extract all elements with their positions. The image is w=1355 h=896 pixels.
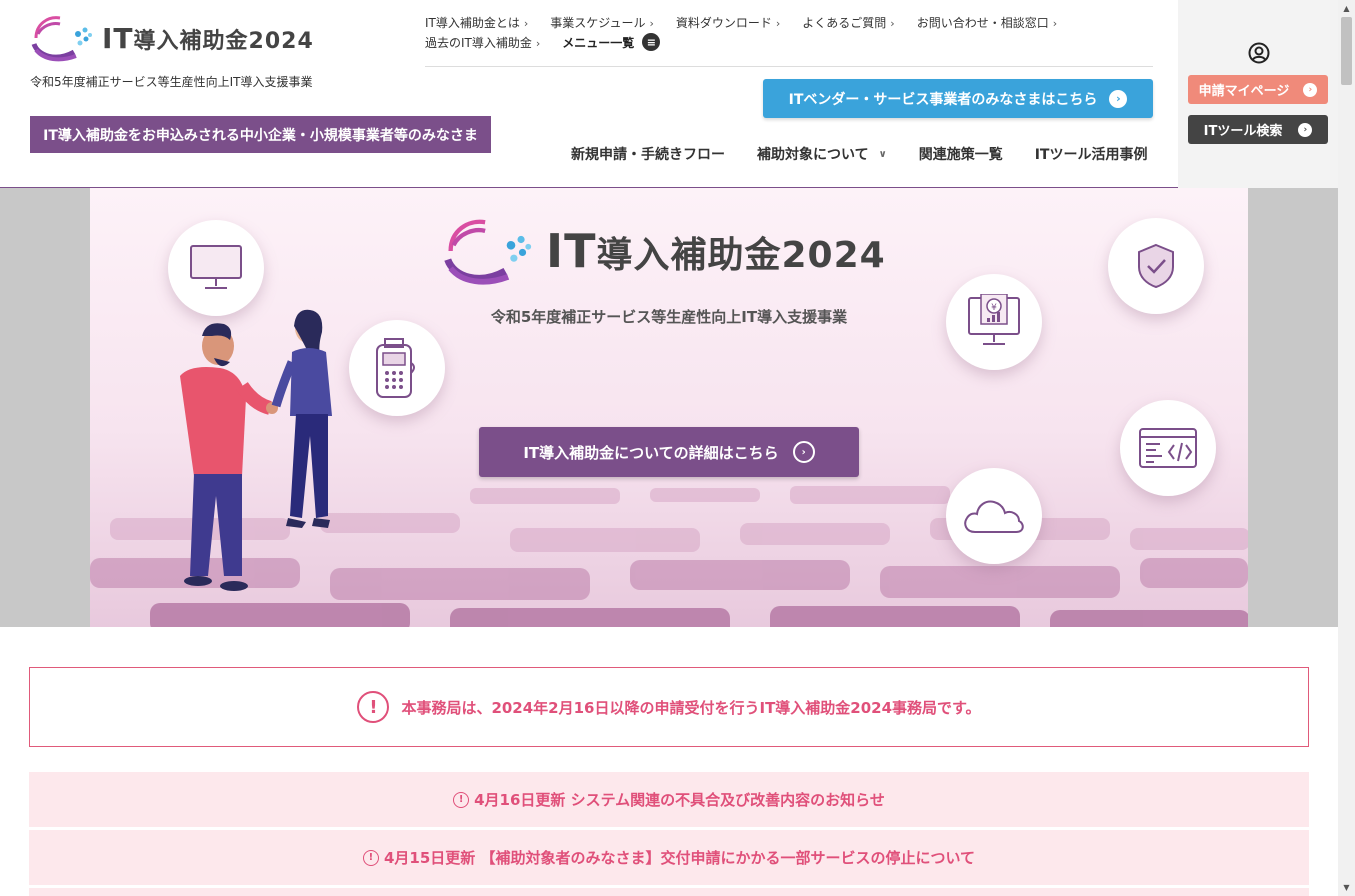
news-item-text: 4月15日更新 【補助対象者のみなさま】交付申請にかかる一部サービスの停止につい…	[383, 849, 976, 867]
hero-logo-text: IT導入補助金2024	[546, 224, 886, 278]
news-item[interactable]: ! 4月15日更新 【補助対象者のみなさま】交付申請にかかる一部サービスの停止に…	[29, 830, 1309, 885]
arrow-right-icon: ›	[1298, 122, 1313, 137]
hero-banner: IT導入補助金2024 令和5年度補正サービス等生産性向上IT導入支援事業 ¥	[90, 188, 1248, 627]
tool-search-button[interactable]: ITツール検索 ›	[1188, 115, 1328, 144]
audience-label[interactable]: IT導入補助金をお申込みされる中小企業・小規模事業者等のみなさま	[30, 116, 491, 153]
util-link-past[interactable]: 過去のIT導入補助金 ›	[425, 34, 540, 51]
news-item-text: 4月16日更新 システム関連の不具合及び改善内容のお知らせ	[474, 791, 885, 809]
chevron-down-icon: ∨	[878, 148, 887, 160]
handshake-people-illustration	[180, 309, 332, 591]
nav-item-application-flow[interactable]: 新規申請・手続きフロー	[571, 144, 725, 164]
exclamation-icon: !	[362, 849, 379, 866]
site-logo[interactable]: IT導入補助金2024	[30, 12, 314, 64]
util-link-contact[interactable]: お問い合わせ・相談窓口 ›	[917, 14, 1057, 31]
site-subtitle: 令和5年度補正サービス等生産性向上IT導入支援事業	[30, 75, 313, 89]
scroll-down-arrow-icon[interactable]: ▼	[1338, 879, 1355, 896]
hero-logo: IT導入補助金2024	[442, 212, 886, 290]
cloud-icon	[946, 468, 1042, 564]
code-window-icon	[1120, 400, 1216, 496]
user-icon[interactable]	[1248, 42, 1270, 64]
arrow-right-icon: ›	[1109, 89, 1128, 108]
chevron-right-icon: ›	[649, 16, 654, 30]
util-link-downloads[interactable]: 資料ダウンロード ›	[676, 14, 780, 31]
vendor-button[interactable]: ITベンダー・サービス事業者のみなさまはこちら ›	[763, 79, 1153, 118]
scroll-up-arrow-icon[interactable]: ▲	[1338, 0, 1355, 17]
util-link-about[interactable]: IT導入補助金とは ›	[425, 14, 528, 31]
arrow-right-icon: ›	[792, 441, 815, 463]
util-link-schedule[interactable]: 事業スケジュール ›	[550, 14, 654, 31]
mypage-button[interactable]: 申請マイページ ›	[1188, 75, 1328, 104]
monitor-icon	[168, 220, 264, 316]
nav-item-eligibility[interactable]: 補助対象について ∨	[757, 144, 887, 164]
yen-monitor-icon: ¥	[946, 274, 1042, 370]
util-link-faq[interactable]: よくあるご質問 ›	[802, 14, 894, 31]
chevron-right-icon: ›	[890, 16, 895, 30]
side-panel: 申請マイページ › ITツール検索 ›	[1178, 0, 1338, 188]
svg-text:¥: ¥	[991, 303, 997, 313]
menu-icon: ≡	[642, 33, 661, 51]
vertical-scrollbar[interactable]: ▲ ▼	[1338, 0, 1355, 896]
utility-nav: IT導入補助金とは › 事業スケジュール › 資料ダウンロード › よくあるご質問 › …	[425, 12, 1155, 52]
exclamation-icon: !	[453, 791, 470, 808]
news-item[interactable]	[29, 888, 1309, 896]
nav-item-related-policies[interactable]: 関連施策一覧	[919, 144, 1003, 164]
shield-check-icon	[1108, 218, 1204, 314]
news-item[interactable]: ! 4月16日更新 システム関連の不具合及び改善内容のお知らせ	[29, 772, 1309, 827]
arrow-right-icon: ›	[1303, 82, 1318, 97]
page: IT導入補助金2024 令和5年度補正サービス等生産性向上IT導入支援事業 IT…	[0, 0, 1355, 896]
main-nav: 新規申請・手続きフロー 補助対象について ∨ 関連施策一覧 ITツール活用事例	[571, 144, 1147, 164]
chevron-right-icon: ›	[523, 16, 529, 30]
main-notice-text: 本事務局は、2024年2月16日以降の申請受付を行うIT導入補助金2024事務局…	[401, 698, 981, 717]
main-notice: ! 本事務局は、2024年2月16日以降の申請受付を行うIT導入補助金2024事…	[29, 667, 1309, 747]
nav-item-case-studies[interactable]: ITツール活用事例	[1035, 144, 1148, 164]
exclamation-icon: !	[357, 691, 390, 723]
logo-mark-icon	[31, 16, 92, 62]
logo-mark-icon	[444, 219, 532, 285]
site-header: IT導入補助金2024 令和5年度補正サービス等生産性向上IT導入支援事業 IT…	[0, 0, 1338, 188]
chevron-right-icon: ›	[535, 36, 541, 50]
divider	[425, 66, 1153, 67]
menu-list-button[interactable]: メニュー一覧 ≡	[562, 33, 661, 51]
logo-text: IT導入補助金2024	[102, 21, 314, 55]
chevron-right-icon: ›	[1052, 16, 1058, 30]
scroll-thumb[interactable]	[1341, 17, 1352, 85]
chevron-right-icon: ›	[775, 16, 781, 30]
hero-detail-button[interactable]: IT導入補助金についての詳細はこちら ›	[479, 427, 859, 477]
